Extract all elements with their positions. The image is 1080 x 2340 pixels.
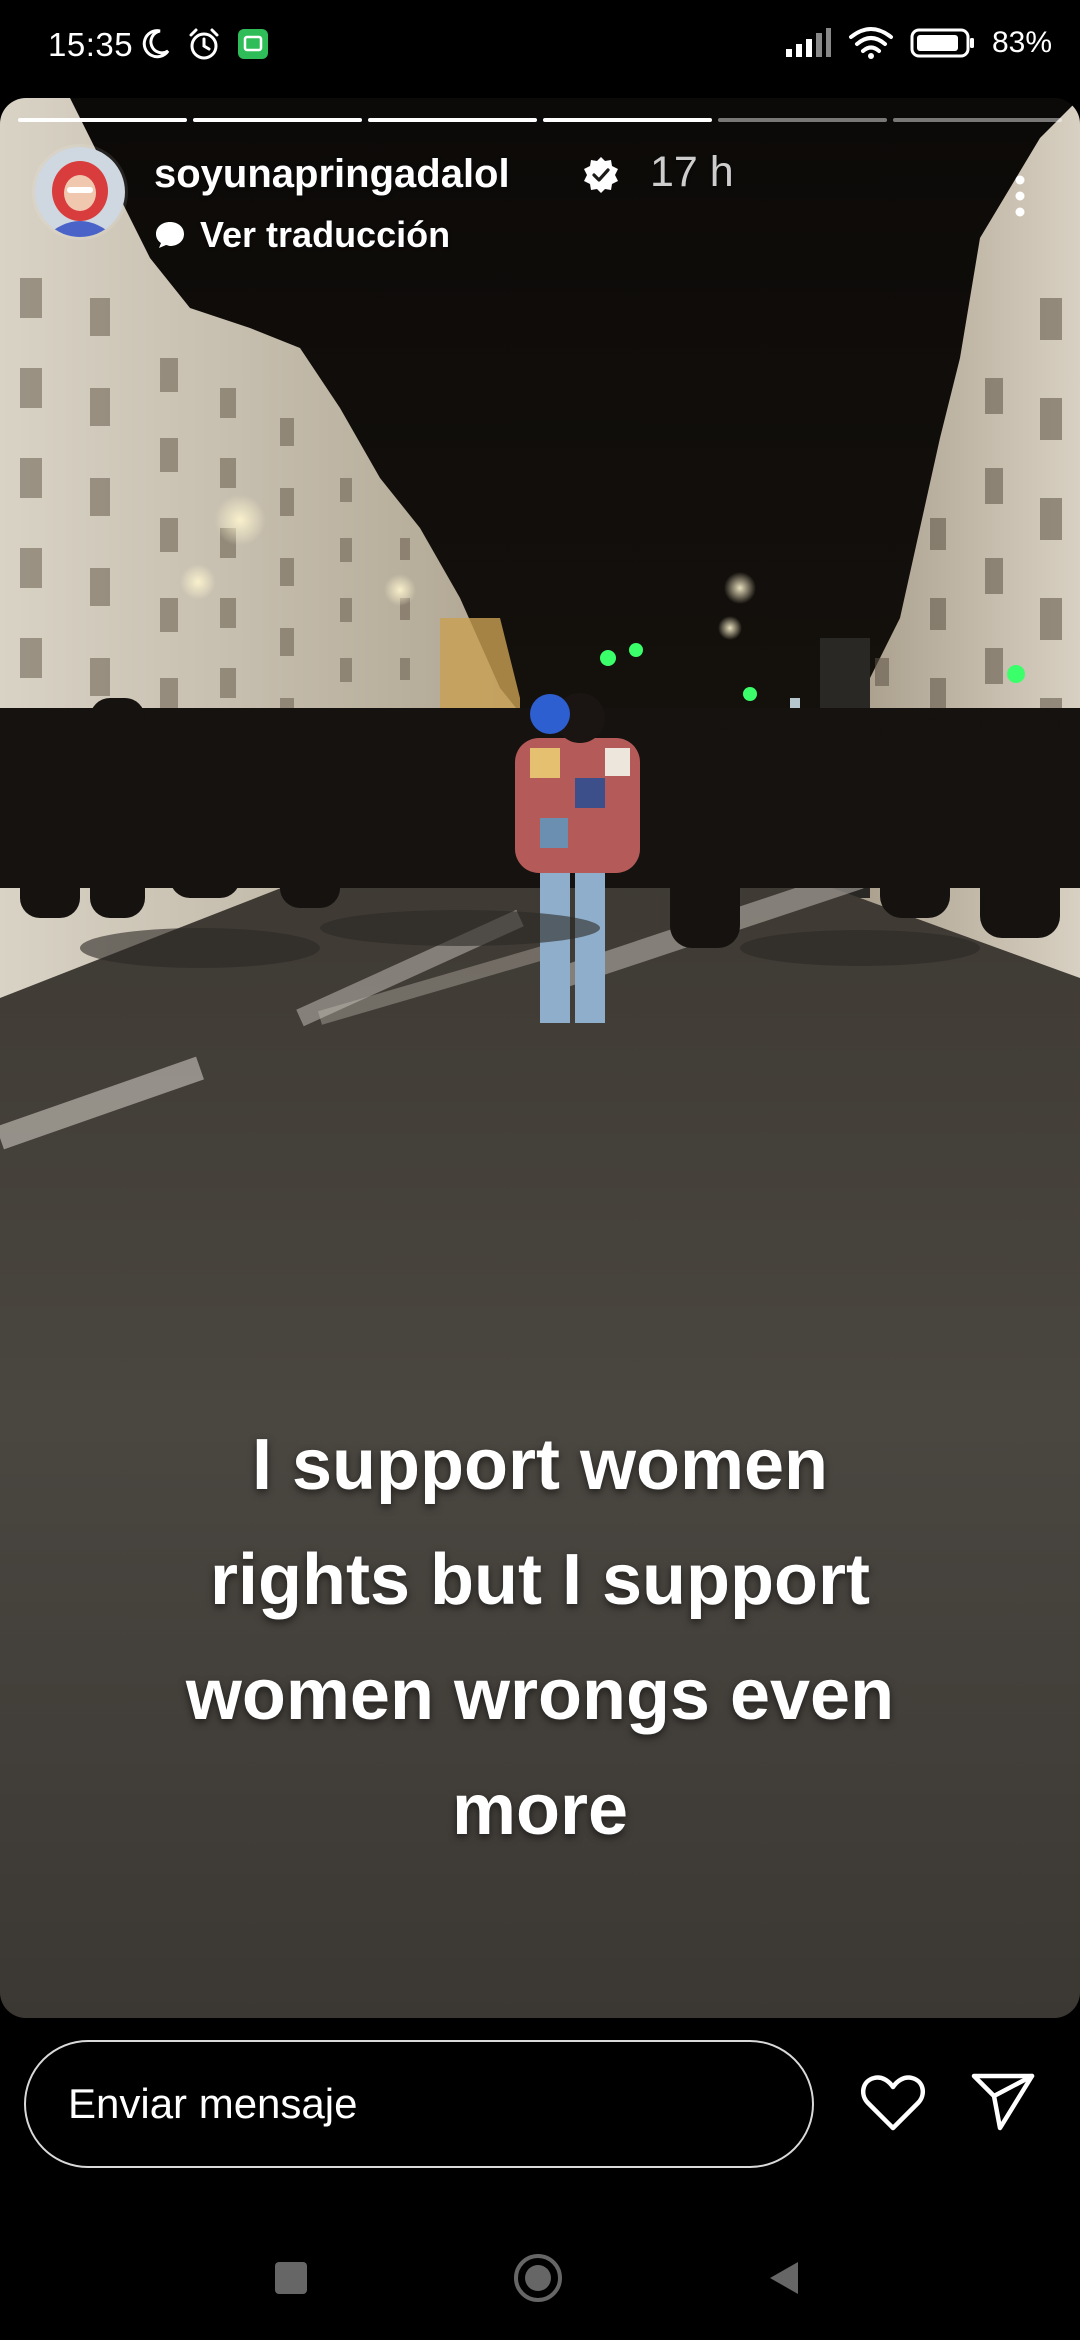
signal-icon xyxy=(785,28,831,57)
send-direct-icon[interactable] xyxy=(970,2070,1036,2132)
battery-percent: 83% xyxy=(991,26,1052,59)
story-viewer[interactable]: soyunapringadalol 17 h Ver traducción I … xyxy=(0,98,1080,2018)
progress-segment xyxy=(18,118,187,122)
moon-icon xyxy=(142,29,170,59)
progress-segment xyxy=(543,118,712,122)
message-input-placeholder: Enviar mensaje xyxy=(68,2080,358,2127)
caption-line: rights but I support xyxy=(210,1540,870,1620)
status-time: 15:35 xyxy=(48,26,134,63)
caption-line: I support women xyxy=(252,1425,828,1505)
story-header: soyunapringadalol 17 h Ver traducción xyxy=(32,144,1060,264)
recent-apps-button[interactable] xyxy=(275,2262,307,2294)
translate-label: Ver traducción xyxy=(200,214,451,255)
back-button-icon[interactable] xyxy=(764,2258,804,2298)
username[interactable]: soyunapringadalol xyxy=(154,152,510,197)
progress-segment xyxy=(368,118,537,122)
caption-line: women wrongs even xyxy=(185,1655,895,1735)
status-icons-left xyxy=(138,26,270,62)
progress-segment xyxy=(193,118,362,122)
progress-segment xyxy=(893,118,1062,122)
home-button-icon[interactable] xyxy=(512,2252,564,2304)
story-time-ago: 17 h xyxy=(650,148,734,196)
story-caption: I support women rights but I support wom… xyxy=(60,1408,1020,1868)
wifi-icon xyxy=(848,27,893,59)
app-notification-icon xyxy=(238,29,268,59)
caption-line: more xyxy=(451,1770,629,1850)
translate-button[interactable]: Ver traducción xyxy=(154,214,450,256)
status-bar: 15:35 83% xyxy=(0,0,1080,100)
verified-badge-icon xyxy=(584,157,618,193)
like-heart-icon[interactable] xyxy=(860,2072,926,2132)
status-right: 83% xyxy=(784,26,1052,60)
story-progress xyxy=(18,118,1062,122)
speech-bubble-icon xyxy=(156,222,184,248)
more-options-icon[interactable] xyxy=(1010,166,1030,226)
progress-segment xyxy=(718,118,887,122)
battery-icon xyxy=(910,28,974,58)
avatar[interactable] xyxy=(32,144,128,240)
alarm-icon xyxy=(189,28,219,60)
message-input[interactable]: Enviar mensaje xyxy=(24,2040,814,2168)
system-nav-bar xyxy=(0,2230,1080,2340)
